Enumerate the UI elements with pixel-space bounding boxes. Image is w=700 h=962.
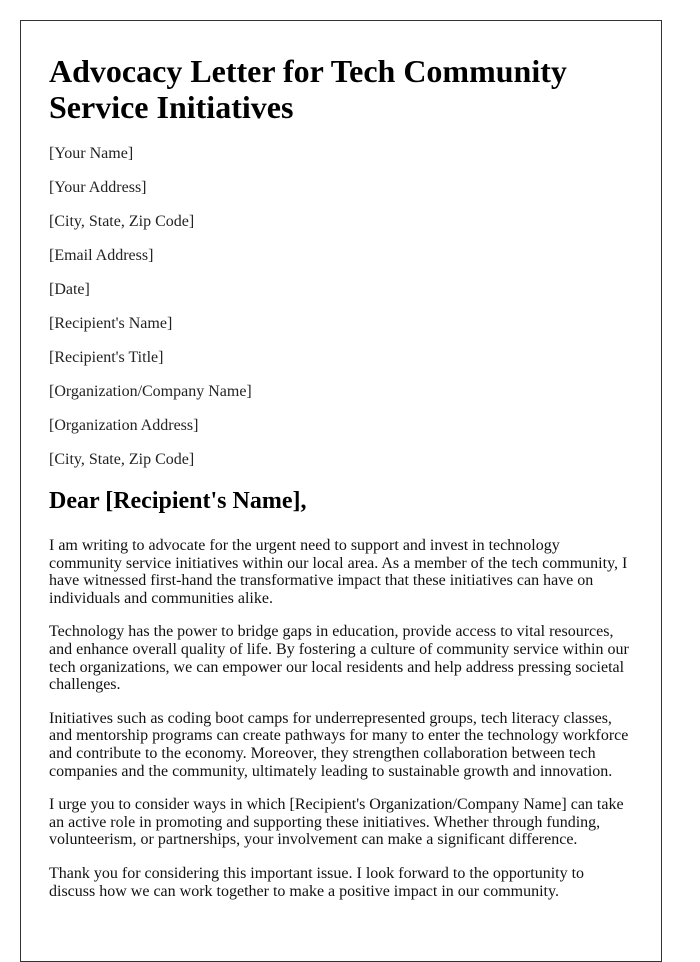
sender-email: [Email Address] bbox=[49, 247, 154, 264]
sender-address: [Your Address] bbox=[49, 179, 147, 196]
recipient-name: [Recipient's Name] bbox=[49, 315, 173, 332]
letter-container: Advocacy Letter for Tech Community Servi… bbox=[20, 20, 662, 962]
letter-date: [Date] bbox=[49, 281, 90, 298]
recipient-title: [Recipient's Title] bbox=[49, 349, 164, 366]
salutation: Dear [Recipient's Name], bbox=[49, 488, 307, 514]
recipient-city-state-zip: [City, State, Zip Code] bbox=[49, 451, 195, 468]
body-paragraph: Technology has the power to bridge gaps … bbox=[49, 623, 629, 694]
sender-name: [Your Name] bbox=[49, 145, 134, 162]
recipient-organization-address: [Organization Address] bbox=[49, 417, 199, 434]
body-paragraph: I urge you to consider ways in which [Re… bbox=[49, 796, 624, 849]
body-paragraph: I am writing to advocate for the urgent … bbox=[49, 537, 628, 607]
recipient-organization: [Organization/Company Name] bbox=[49, 383, 252, 400]
body-paragraph: Initiatives such as coding boot camps fo… bbox=[49, 709, 629, 780]
letter-title: Advocacy Letter for Tech Community Servi… bbox=[49, 53, 567, 125]
sender-city-state-zip: [City, State, Zip Code] bbox=[49, 213, 195, 230]
body-paragraph: Thank you for considering this important… bbox=[49, 864, 585, 900]
